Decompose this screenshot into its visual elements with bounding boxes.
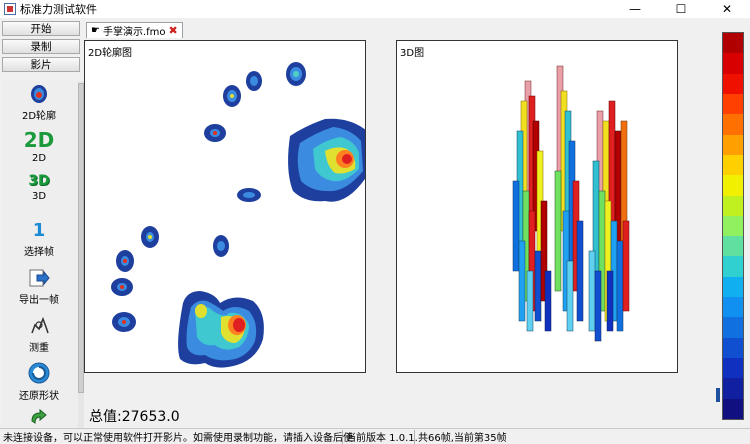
panel-2d-contour: 2D轮廓图 <box>84 40 366 373</box>
color-scale-segment <box>723 398 743 419</box>
left-nav: 开始 录制 影片 2D轮廓 2D 2D 3D 3D 1 选择帧 导出一帧 测重 … <box>2 21 84 428</box>
window-title: 标准力测试软件 <box>20 3 97 16</box>
maximize-button[interactable]: ☐ <box>658 0 704 18</box>
contour-blob <box>213 235 229 257</box>
status-frames: 共66帧,当前第35帧 <box>418 433 507 444</box>
hand-icon: ☛ <box>91 25 100 36</box>
tool-restore-shape[interactable]: 还原形状 <box>2 361 76 402</box>
tool-select-frame[interactable]: 1 选择帧 <box>2 220 76 259</box>
undo-arrow-icon <box>28 407 50 428</box>
status-message: 未连接设备，可以正常使用软件打开影片。如需使用录制功能，请插入设备后使 <box>0 429 353 444</box>
color-scale-segment <box>723 53 743 74</box>
contour-blob <box>204 124 226 142</box>
tool-2d-contour[interactable]: 2D轮廓 <box>2 83 76 122</box>
2d-icon: 2D <box>23 128 55 152</box>
tool-label: 选择帧 <box>24 247 54 258</box>
contour-blob <box>286 62 306 86</box>
color-scale-segment <box>723 93 743 115</box>
status-bar: 未连接设备，可以正常使用软件打开影片。如需使用录制功能，请插入设备后使 当前版本… <box>0 428 750 444</box>
tab-close-icon[interactable]: ✖ <box>169 24 178 37</box>
color-scale-segment <box>723 236 743 257</box>
3d-bars-right-column <box>588 100 630 342</box>
tool-partial[interactable] <box>2 407 76 428</box>
color-scale-segment <box>723 297 743 318</box>
contour-blob <box>141 226 159 248</box>
color-scale-segment <box>723 358 743 379</box>
window-controls: — ☐ ✕ <box>612 0 750 18</box>
tool-strip: 2D轮廓 2D 2D 3D 3D 1 选择帧 导出一帧 测重 还原形状 <box>2 81 80 428</box>
tool-label: 3D <box>31 191 47 202</box>
tool-weigh[interactable]: 测重 <box>2 315 76 354</box>
3d-bar-plot <box>512 65 630 342</box>
tool-label: 2D <box>31 153 47 164</box>
color-scale-segment <box>723 215 743 237</box>
color-scale-segment <box>723 114 743 135</box>
contour-blob-palm-upper <box>288 118 365 202</box>
tool-3d[interactable]: 3D 3D <box>2 173 76 202</box>
tab-palm-demo[interactable]: ☛ 手掌演示.fmo ✖ <box>86 22 183 38</box>
tool-label: 还原形状 <box>19 391 59 402</box>
contour-blob <box>116 250 134 272</box>
color-scale-segment <box>723 378 743 399</box>
foot-contour-icon <box>28 83 50 105</box>
color-scale-marker <box>716 388 720 402</box>
weigh-icon <box>28 315 50 337</box>
contour-blob <box>223 85 241 107</box>
tool-2d[interactable]: 2D 2D <box>2 129 76 164</box>
color-scale-segment <box>723 134 743 155</box>
export-frame-icon <box>28 267 50 289</box>
title-bar: 标准力测试软件 — ☐ ✕ <box>0 0 750 18</box>
nav-movie-button[interactable]: 影片 <box>2 57 80 72</box>
frame-number-icon: 1 <box>32 220 46 241</box>
3d-icon: 3D <box>28 173 50 189</box>
tab-strip: ☛ 手掌演示.fmo ✖ <box>84 20 712 38</box>
restore-shape-icon <box>27 361 51 385</box>
tool-label: 导出一帧 <box>19 295 59 306</box>
3d-bars-middle-column <box>554 65 584 332</box>
panel-3d: 3D图 <box>396 40 678 373</box>
color-scale-segment <box>723 256 743 277</box>
color-scale-segment <box>723 337 743 358</box>
color-scale-segment <box>723 33 743 54</box>
close-button[interactable]: ✕ <box>704 0 750 18</box>
contour-blob <box>112 312 136 332</box>
color-scale-segment <box>723 73 743 94</box>
tool-label: 2D轮廓 <box>21 111 57 122</box>
total-value: 总值:27653.0 <box>89 409 180 425</box>
color-scale-segment <box>723 195 743 216</box>
tool-label: 测重 <box>29 343 49 354</box>
status-version: 当前版本 1.0.1. <box>343 429 418 444</box>
tab-label: 手掌演示.fmo <box>102 27 166 38</box>
contour-blob <box>237 188 261 202</box>
tool-export-frame[interactable]: 导出一帧 <box>2 267 76 306</box>
3d-bars-left-column <box>512 80 552 332</box>
color-scale-segment <box>723 317 743 338</box>
contour-blob-palm-lower <box>178 291 264 368</box>
color-scale-segment <box>723 154 743 176</box>
color-scale-segment <box>723 276 743 298</box>
color-scale-segment <box>723 175 743 196</box>
contour-blob <box>111 278 133 296</box>
color-scale-bar <box>722 32 744 420</box>
app-icon <box>4 3 16 15</box>
nav-start-button[interactable]: 开始 <box>2 21 80 36</box>
contour-blob <box>246 71 262 91</box>
nav-record-button[interactable]: 录制 <box>2 39 80 54</box>
contour-plot <box>111 62 365 368</box>
minimize-button[interactable]: — <box>612 0 658 18</box>
